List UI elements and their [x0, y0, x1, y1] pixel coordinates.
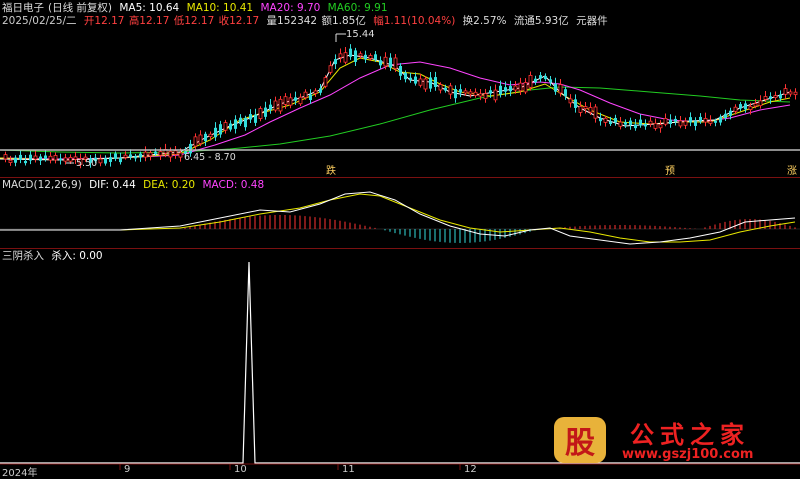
- macd-dif-label: DIF: 0.44: [89, 179, 136, 191]
- panel-separator-indicator: [0, 248, 800, 249]
- logo-title: 公式之家: [630, 420, 750, 449]
- macd-value-label: MACD: 0.48: [202, 179, 265, 191]
- watermark-logo: 股 公式之家 www.gszj100.com: [552, 415, 792, 471]
- x-label-4: 12: [464, 464, 477, 475]
- logo-gu-icon: 股: [554, 417, 606, 463]
- range-label: 6.45 - 8.70: [184, 152, 236, 163]
- ma20-line: [0, 61, 791, 160]
- macd-title[interactable]: MACD(12,26,9): [2, 179, 82, 191]
- indicator-value: 杀入: 0.00: [51, 250, 103, 262]
- indicator-title[interactable]: 三阴杀入: [2, 250, 44, 262]
- ma10-line: [0, 57, 791, 161]
- logo-url: www.gszj100.com: [622, 447, 754, 462]
- macd-header: MACD(12,26,9) DIF: 0.44 DEA: 0.20 MACD: …: [2, 178, 268, 192]
- x-label-3: 11: [342, 464, 355, 475]
- x-label-1: 9: [124, 464, 131, 475]
- low-price-label: 5.50: [76, 158, 97, 169]
- chart-canvas[interactable]: 15.44 5.50 6.45 - 8.70: [0, 0, 800, 477]
- macd-dea-label: DEA: 0.20: [143, 179, 196, 191]
- x-label-2: 10: [234, 464, 247, 475]
- indicator-header: 三阴杀入 杀入: 0.00: [2, 249, 107, 263]
- high-price-label: 15.44: [346, 29, 375, 40]
- macd-dif-line: [0, 191, 796, 245]
